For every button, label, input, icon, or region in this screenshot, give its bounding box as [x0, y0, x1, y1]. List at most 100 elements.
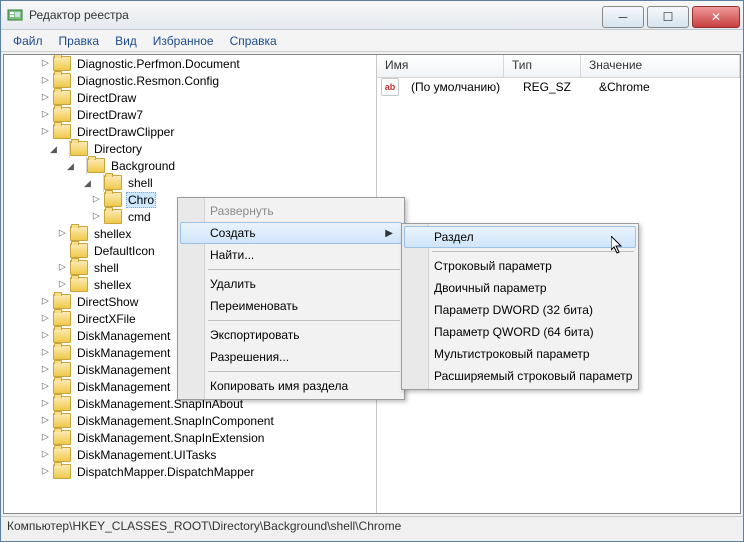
- menu-item[interactable]: Строковый параметр: [404, 255, 636, 277]
- menu-item-label: Найти...: [210, 248, 254, 262]
- tree-item[interactable]: Directory: [4, 140, 376, 157]
- titlebar[interactable]: Редактор реестра ─ ☐ ✕: [1, 1, 743, 30]
- value-row[interactable]: ab (По умолчанию) REG_SZ &Chrome: [377, 78, 740, 96]
- expand-icon[interactable]: [38, 75, 53, 86]
- menu-item[interactable]: Копировать имя раздела: [180, 375, 402, 397]
- tree-item[interactable]: shell: [4, 174, 376, 191]
- col-value[interactable]: Значение: [581, 55, 740, 77]
- expand-icon[interactable]: [38, 92, 53, 103]
- tree-item[interactable]: DirectDraw7: [4, 106, 376, 123]
- menu-item[interactable]: Расширяемый строковый параметр: [404, 365, 636, 387]
- expand-icon[interactable]: [38, 398, 53, 409]
- tree-item[interactable]: DiskManagement.UITasks: [4, 446, 376, 463]
- expand-icon[interactable]: [38, 432, 53, 443]
- folder-icon: [53, 107, 71, 122]
- expand-icon[interactable]: [38, 449, 53, 460]
- tree-item-label: DirectDraw7: [75, 108, 145, 122]
- menu-item[interactable]: Переименовать: [180, 295, 402, 317]
- menu-item[interactable]: Раздел: [404, 226, 636, 248]
- tree-item[interactable]: Diagnostic.Perfmon.Document: [4, 55, 376, 72]
- tree-item-label: shellex: [92, 278, 133, 292]
- menu-item-label: Раздел: [434, 230, 474, 244]
- menu-item[interactable]: Экспортировать: [180, 324, 402, 346]
- menu-item-label: Мультистроковый параметр: [434, 347, 590, 361]
- context-submenu-new[interactable]: Раздел Строковый параметр Двоичный парамет…: [401, 223, 639, 390]
- string-value-icon: ab: [381, 78, 399, 96]
- tree-item-label: DiskManagement: [75, 363, 172, 377]
- expand-icon[interactable]: [38, 58, 53, 69]
- menu-item-label: Создать: [210, 226, 256, 240]
- menu-help[interactable]: Справка: [222, 32, 285, 50]
- menu-item[interactable]: Разрешения...: [180, 346, 402, 368]
- folder-icon: [87, 158, 105, 173]
- tree-item[interactable]: DiskManagement.SnapInComponent: [4, 412, 376, 429]
- tree-item[interactable]: DispatchMapper.DispatchMapper: [4, 463, 376, 480]
- expand-icon[interactable]: [38, 330, 53, 341]
- menu-item-label: Параметр QWORD (64 бита): [434, 325, 594, 339]
- menu-file[interactable]: Файл: [5, 32, 51, 50]
- menu-item-label: Двоичный параметр: [434, 281, 547, 295]
- context-menu[interactable]: Развернуть Создать▶ Найти... УдалитьПереиме…: [177, 197, 405, 400]
- value-data: &Chrome: [591, 80, 740, 94]
- tree-item-label: Background: [109, 159, 177, 173]
- menu-item[interactable]: Параметр DWORD (32 бита): [404, 299, 636, 321]
- menu-edit[interactable]: Правка: [51, 32, 108, 50]
- folder-icon: [53, 90, 71, 105]
- menu-separator: [208, 320, 400, 321]
- collapse-icon[interactable]: [72, 174, 104, 192]
- menu-item-label: Параметр DWORD (32 бита): [434, 303, 593, 317]
- tree-item[interactable]: Diagnostic.Resmon.Config: [4, 72, 376, 89]
- expand-icon[interactable]: [89, 194, 104, 205]
- tree-item-label: DirectDrawClipper: [75, 125, 176, 139]
- expand-icon[interactable]: [38, 415, 53, 426]
- expand-icon[interactable]: [55, 262, 70, 273]
- col-type[interactable]: Тип: [504, 55, 581, 77]
- minimize-button[interactable]: ─: [602, 6, 644, 28]
- tree-item-label: shellex: [92, 227, 133, 241]
- expand-icon[interactable]: [38, 313, 53, 324]
- expand-icon[interactable]: [38, 381, 53, 392]
- folder-icon: [53, 447, 71, 462]
- expand-icon[interactable]: [89, 211, 104, 222]
- expand-icon[interactable]: [38, 466, 53, 477]
- folder-icon: [70, 277, 88, 292]
- col-name[interactable]: Имя: [377, 55, 504, 77]
- collapse-icon[interactable]: [38, 140, 70, 158]
- menu-item-label: Развернуть: [210, 204, 274, 218]
- tree-item[interactable]: DiskManagement.SnapInExtension: [4, 429, 376, 446]
- maximize-button[interactable]: ☐: [647, 6, 689, 28]
- tree-item-label: Directory: [92, 142, 144, 156]
- column-headers[interactable]: Имя Тип Значение: [377, 55, 740, 78]
- expand-icon[interactable]: [38, 364, 53, 375]
- folder-icon: [104, 209, 122, 224]
- expand-icon[interactable]: [38, 109, 53, 120]
- tree-item-label: DiskManagement.SnapInComponent: [75, 414, 276, 428]
- expand-icon[interactable]: [55, 228, 70, 239]
- menu-item[interactable]: Двоичный параметр: [404, 277, 636, 299]
- menu-item[interactable]: Параметр QWORD (64 бита): [404, 321, 636, 343]
- expand-icon[interactable]: [38, 126, 53, 137]
- tree-item-label: DirectDraw: [75, 91, 138, 105]
- menu-favorites[interactable]: Избранное: [145, 32, 222, 50]
- tree-item-label: shell: [126, 176, 155, 190]
- menu-view[interactable]: Вид: [107, 32, 145, 50]
- tree-item[interactable]: DirectDrawClipper: [4, 123, 376, 140]
- tree-item[interactable]: Background: [4, 157, 376, 174]
- menu-item-label: Строковый параметр: [434, 259, 552, 273]
- folder-icon: [53, 311, 71, 326]
- expand-icon[interactable]: [38, 296, 53, 307]
- collapse-icon[interactable]: [55, 157, 87, 175]
- menu-item[interactable]: Удалить: [180, 273, 402, 295]
- expand-icon[interactable]: [55, 279, 70, 290]
- tree-item-label: Chro: [126, 192, 156, 208]
- menu-item[interactable]: Создать▶: [180, 222, 402, 244]
- value-name: (По умолчанию): [403, 80, 515, 94]
- menu-item[interactable]: Найти...: [180, 244, 402, 266]
- tree-item[interactable]: DirectDraw: [4, 89, 376, 106]
- tree-item-label: DiskManagement: [75, 346, 172, 360]
- menu-item[interactable]: Мультистроковый параметр: [404, 343, 636, 365]
- app-icon: [7, 7, 23, 23]
- close-button[interactable]: ✕: [692, 6, 740, 28]
- expand-icon[interactable]: [38, 347, 53, 358]
- tree-item-label: DispatchMapper.DispatchMapper: [75, 465, 256, 479]
